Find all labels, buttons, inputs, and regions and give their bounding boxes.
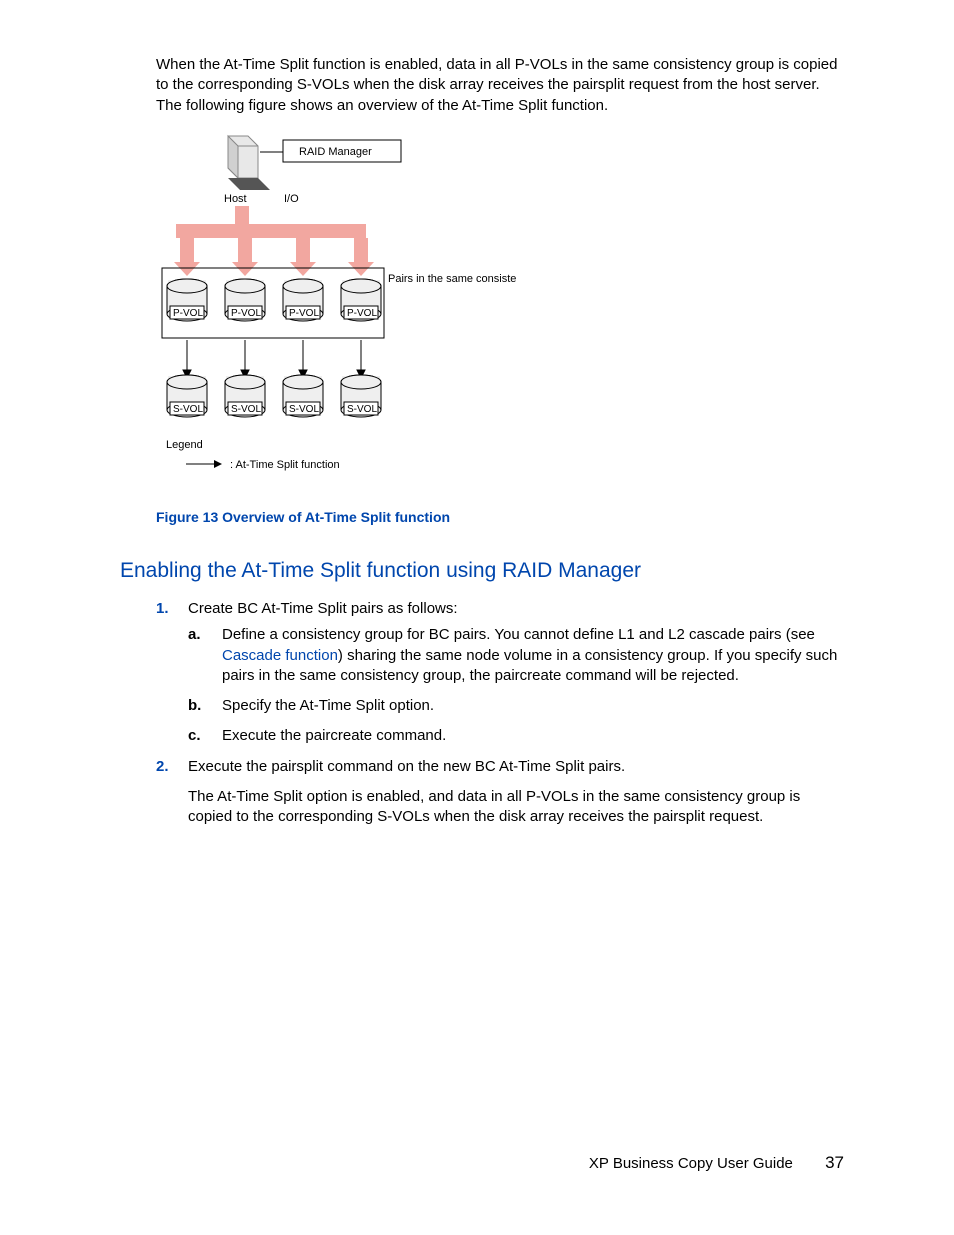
svg-text:S-VOL: S-VOL [289,404,319,415]
step-2-after: The At-Time Split option is enabled, and… [188,787,844,828]
step-2-marker: 2. [156,757,169,777]
pvol-cylinders: P-VOL P-VOL [167,279,381,321]
split-arrows [183,340,365,378]
at-time-split-diagram: Host RAID Manager I/O [156,130,516,490]
substep-b-marker: b. [188,696,201,716]
step-1-text: Create BC At-Time Split pairs as follows… [188,600,458,617]
steps-list: 1. Create BC At-Time Split pairs as foll… [156,599,844,827]
substep-b: b. Specify the At-Time Split option. [188,696,844,716]
legend-arrow-icon [186,460,222,468]
svg-text:P-VOL: P-VOL [289,308,319,319]
substep-c-marker: c. [188,726,201,746]
step-2: 2. Execute the pairsplit command on the … [156,757,844,828]
figure-caption: Figure 13 Overview of At-Time Split func… [156,508,844,527]
raid-manager-label: RAID Manager [299,146,372,158]
step-1-marker: 1. [156,599,169,619]
svg-text:P-VOL: P-VOL [347,308,377,319]
section-heading: Enabling the At-Time Split function usin… [120,557,844,585]
svg-text:P-VOL: P-VOL [231,308,261,319]
legend-title: Legend [166,439,203,451]
cascade-function-link[interactable]: Cascade function [222,647,338,664]
svg-text:S-VOL: S-VOL [347,404,377,415]
legend-item: : At-Time Split function [230,459,340,471]
substep-a-pre: Define a consistency group for BC pairs.… [222,626,815,643]
substep-a: a. Define a consistency group for BC pai… [188,625,844,686]
host-label: Host [224,193,247,205]
io-label: I/O [284,193,299,205]
page-footer: XP Business Copy User Guide 37 [589,1152,844,1175]
footer-pagenum: 37 [825,1153,844,1172]
step-1: 1. Create BC At-Time Split pairs as foll… [156,599,844,747]
pairs-note-line1: Pairs in the same consistency group [388,273,516,285]
svg-text:S-VOL: S-VOL [173,404,203,415]
step-2-text: Execute the pairsplit command on the new… [188,758,625,775]
svol-cylinders: S-VOL S-VOL [167,375,381,417]
substep-c-text: Execute the paircreate command. [222,727,446,744]
svg-text:S-VOL: S-VOL [231,404,261,415]
substep-c: c. Execute the paircreate command. [188,726,844,746]
figure-13: Host RAID Manager I/O [156,130,844,496]
host-icon [228,136,270,190]
page: When the At-Time Split function is enabl… [0,0,954,1235]
footer-guide: XP Business Copy User Guide [589,1155,793,1172]
io-arrows [174,206,374,276]
svg-text:P-VOL: P-VOL [173,308,203,319]
substeps-list: a. Define a consistency group for BC pai… [188,625,844,746]
substep-b-text: Specify the At-Time Split option. [222,697,434,714]
intro-paragraph: When the At-Time Split function is enabl… [156,55,844,116]
substep-a-marker: a. [188,625,201,645]
